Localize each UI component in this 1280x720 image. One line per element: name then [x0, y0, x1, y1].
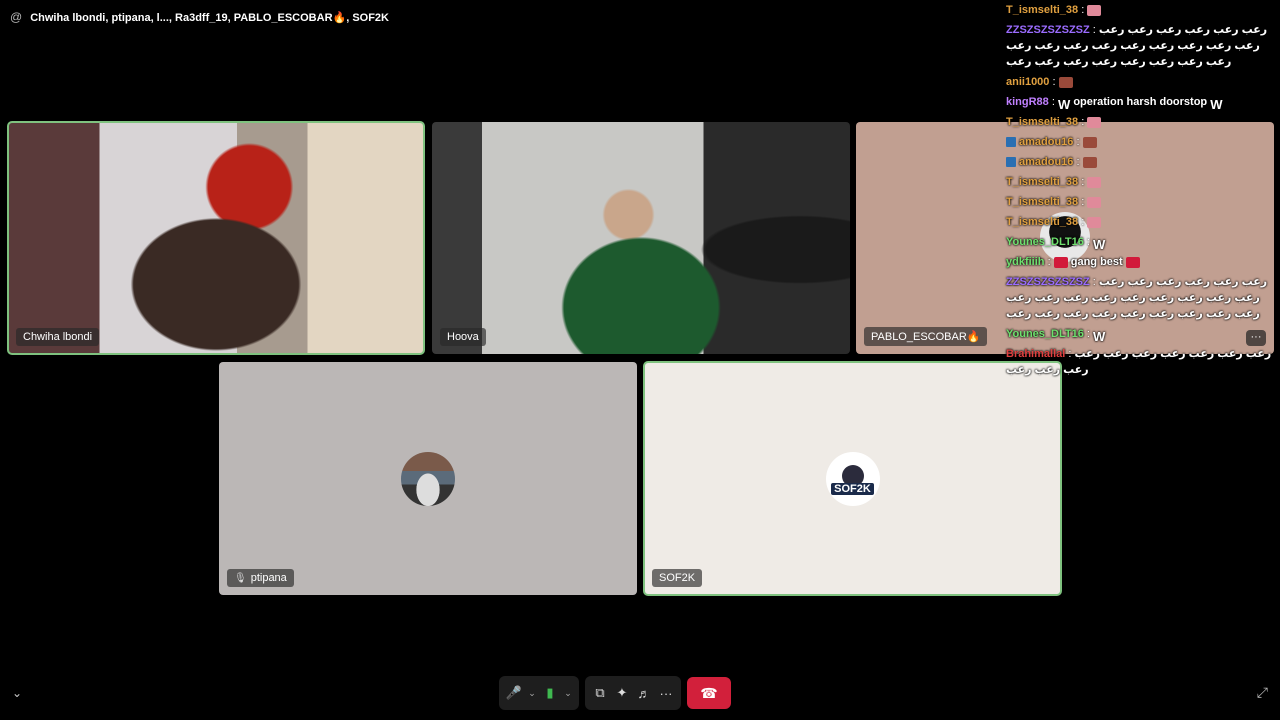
lip-emote-icon	[1087, 116, 1102, 128]
chat-message: ZZSZSZSZSZSZ : رعب رعب رعب رعب رعب رعب ر…	[1004, 272, 1280, 324]
chat-separator: :	[1089, 276, 1099, 288]
box-emote-icon	[1082, 136, 1097, 148]
chat-text: operation harsh doorstop	[1073, 96, 1208, 108]
participant-name: ptipana	[250, 572, 287, 584]
chat-username[interactable]: T_ismselti_38	[1006, 176, 1078, 188]
chat-message: T_ismselti_38 :	[1004, 212, 1280, 232]
chat-separator: :	[1078, 196, 1088, 208]
chat-message: amadou16 :	[1004, 132, 1280, 152]
participant-name: SOF2K	[652, 569, 703, 587]
activities-button[interactable]: ✦	[611, 678, 633, 708]
video-tile-chwiha[interactable]: Chwiha lbondi	[7, 121, 425, 355]
chat-separator: :	[1089, 24, 1099, 36]
lip-emote-icon	[1087, 4, 1102, 16]
chat-username[interactable]: amadou16	[1019, 136, 1073, 148]
chat-separator: :	[1078, 176, 1088, 188]
chat-username[interactable]: Brahimallal	[1006, 348, 1065, 360]
box-emote-icon	[1058, 76, 1073, 88]
soundboard-button[interactable]: ♬	[633, 678, 655, 708]
chat-message: T_ismselti_38 :	[1004, 0, 1280, 20]
ember-emote-icon	[1125, 256, 1140, 268]
chat-username[interactable]: Younes_DLT16	[1006, 236, 1084, 248]
call-title-bar: @ Chwiha lbondi, ptipana, l..., Ra3dff_1…	[10, 8, 389, 26]
audio-video-group: 🎤 ⌄ ▮ ⌄	[499, 676, 579, 710]
lip-emote-icon	[1087, 216, 1102, 228]
camera-button[interactable]: ▮	[539, 678, 561, 708]
box-emote-icon	[1082, 156, 1097, 168]
screen-share-button[interactable]: ⧉	[589, 678, 611, 708]
chat-username[interactable]: T_ismselti_38	[1006, 216, 1078, 228]
mic-muted-icon: 🎙	[234, 572, 247, 584]
chat-message: T_ismselti_38 :	[1004, 172, 1280, 192]
chat-separator: :	[1049, 76, 1059, 88]
microphone-button[interactable]: 🎤	[503, 678, 525, 708]
avatar	[401, 451, 455, 506]
chat-message: Younes_DLT16 : W	[1004, 232, 1280, 252]
call-title: Chwiha lbondi, ptipana, l..., Ra3dff_19,…	[30, 11, 389, 24]
chat-separator: :	[1083, 328, 1094, 340]
participant-name: Chwiha lbondi	[16, 328, 100, 346]
call-controls: 🎤 ⌄ ▮ ⌄ ⧉ ✦ ♬ ··· ☎	[499, 676, 731, 710]
chat-message: T_ismselti_38 :	[1004, 112, 1280, 132]
more-options-button[interactable]: ···	[655, 678, 677, 708]
lip-emote-icon	[1087, 176, 1102, 188]
chat-username[interactable]: ydkfiiih	[1006, 256, 1045, 268]
w-emote-icon: W	[1093, 328, 1106, 344]
at-icon: @	[10, 10, 23, 24]
chat-username[interactable]: ZZSZSZSZSZSZ	[1006, 276, 1090, 288]
fullscreen-icon[interactable]: ⤢	[1257, 684, 1268, 701]
chat-message: Brahimallal : رعب رعب رعب رعب رعب رعب رع…	[1004, 344, 1280, 380]
camera-options-chevron-icon[interactable]: ⌄	[561, 678, 575, 708]
participant-name: PABLO_ESCOBAR🔥	[864, 327, 988, 346]
chat-username[interactable]: T_ismselti_38	[1006, 4, 1078, 16]
mic-options-chevron-icon[interactable]: ⌄	[525, 678, 539, 708]
w-emote-icon: W	[1210, 96, 1223, 112]
chat-message: ZZSZSZSZSZSZ : رعب رعب رعب رعب رعب رعب ر…	[1004, 20, 1280, 72]
chat-username[interactable]: Younes_DLT16	[1006, 328, 1084, 340]
chat-username[interactable]: kingR88	[1006, 96, 1049, 108]
w-emote-icon: W	[1093, 236, 1106, 252]
chat-username[interactable]: amadou16	[1019, 156, 1073, 168]
chat-username[interactable]: T_ismselti_38	[1006, 196, 1078, 208]
chat-separator: :	[1078, 4, 1088, 16]
chat-message: T_ismselti_38 :	[1004, 192, 1280, 212]
chat-text: gang best	[1070, 256, 1123, 268]
participant-nametag: 🎙 ptipana	[227, 569, 294, 587]
avatar: SOF2K	[825, 451, 880, 506]
video-tile-sof2k[interactable]: SOF2K SOF2K	[643, 361, 1062, 596]
participant-name: Hoova	[440, 328, 486, 346]
chat-separator: :	[1083, 236, 1094, 248]
chat-separator: :	[1073, 136, 1083, 148]
chat-username[interactable]: T_ismselti_38	[1006, 116, 1078, 128]
subscriber-badge-icon	[1006, 137, 1016, 148]
chat-message: anii1000 :	[1004, 72, 1280, 92]
chat-separator: :	[1078, 216, 1088, 228]
avatar-logo-text: SOF2K	[831, 482, 874, 495]
chat-username[interactable]: ZZSZSZSZSZSZ	[1006, 24, 1090, 36]
chat-separator: :	[1048, 96, 1058, 108]
chat-separator: :	[1044, 256, 1054, 268]
chat-username[interactable]: anii1000	[1006, 76, 1049, 88]
chat-message: ydkfiiih : gang best	[1004, 252, 1280, 272]
ember-emote-icon	[1053, 256, 1068, 268]
chat-message: amadou16 :	[1004, 152, 1280, 172]
actions-group: ⧉ ✦ ♬ ···	[585, 676, 681, 710]
video-tile-ptipana[interactable]: 🎙 ptipana	[219, 362, 637, 595]
lip-emote-icon	[1087, 196, 1102, 208]
leave-call-button[interactable]: ☎	[687, 677, 731, 709]
chat-overlay: T_ismselti_38 : ZZSZSZSZSZSZ : رعب رعب ر…	[1004, 0, 1280, 390]
chat-separator: :	[1078, 116, 1088, 128]
w-emote-icon: W	[1057, 96, 1071, 112]
chevron-down-icon[interactable]: ⌄	[12, 686, 22, 700]
video-tile-hoova[interactable]: Hoova	[432, 122, 850, 354]
chat-message: Younes_DLT16 : W	[1004, 324, 1280, 344]
chat-separator: :	[1073, 156, 1083, 168]
chat-message: kingR88 : W operation harsh doorstop W	[1004, 92, 1280, 112]
subscriber-badge-icon	[1006, 157, 1016, 168]
